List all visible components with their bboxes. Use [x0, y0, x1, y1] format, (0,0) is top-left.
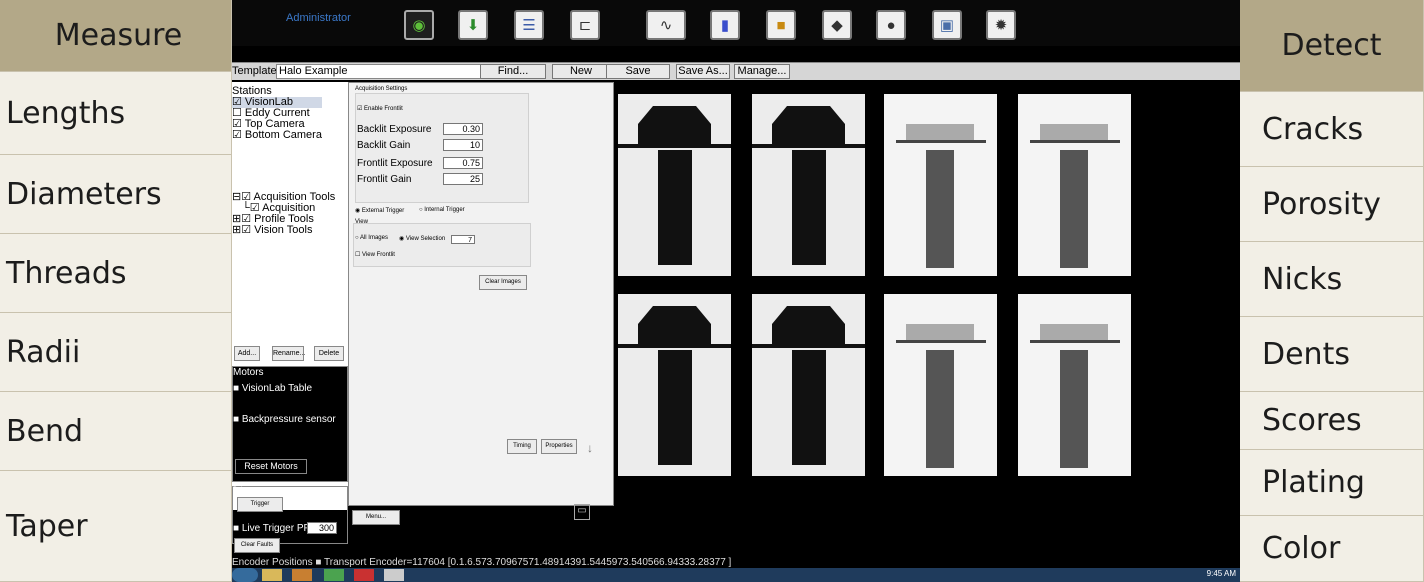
screw-image[interactable]: [752, 94, 865, 276]
all-images-radio[interactable]: ○ All Images: [355, 235, 388, 241]
screw-image[interactable]: [1018, 294, 1131, 476]
measure-panel: Measure Lengths Diameters Threads Radii …: [0, 0, 232, 582]
screw-image[interactable]: [884, 294, 997, 476]
detect-item-color: Color: [1240, 516, 1424, 582]
add-button[interactable]: Add...: [234, 346, 260, 361]
report-icon[interactable]: ☰: [514, 10, 544, 40]
monitor-icon[interactable]: ▭: [574, 504, 590, 520]
view-frontlit-checkbox[interactable]: ☐ View Frontlit: [355, 251, 395, 258]
view-selection-radio[interactable]: ◉ View Selection: [399, 235, 445, 242]
enable-frontlit-checkbox[interactable]: ☑ Enable Frontlit: [357, 105, 403, 112]
save-button[interactable]: Save: [606, 64, 670, 79]
backlit-gain-label: Backlit Gain: [357, 140, 411, 151]
tool-item[interactable]: ⊞☑ Vision Tools: [232, 225, 335, 236]
new-button[interactable]: New: [552, 64, 610, 79]
measure-item-radii: Radii: [0, 313, 232, 392]
measure-title: Measure: [0, 0, 232, 72]
graph-icon[interactable]: ⬇: [458, 10, 488, 40]
measure-item-bend: Bend: [0, 392, 232, 471]
caliper-icon[interactable]: ⊏: [570, 10, 600, 40]
rename-button[interactable]: Rename...: [272, 346, 305, 361]
screw-image[interactable]: [1018, 94, 1131, 276]
view-title: View: [355, 219, 368, 225]
media-icon[interactable]: [292, 569, 312, 581]
frontlit-exposure-input[interactable]: 0.75: [443, 157, 483, 169]
motors-title: Motors: [233, 367, 264, 378]
delete-button[interactable]: Delete: [314, 346, 344, 361]
timing-button[interactable]: Timing: [507, 439, 537, 454]
save-as-button[interactable]: Save As...: [676, 64, 730, 79]
inspection-app-window: Administrator ◉ ⬇ ☰ ⊏ ∿ ▮ ■ ◆ ● ▣ ✹ Temp…: [232, 0, 1240, 582]
clear-images-button[interactable]: Clear Images: [479, 275, 527, 290]
measure-item-taper: Taper: [0, 471, 232, 582]
measure-item-threads: Threads: [0, 234, 232, 313]
detect-item-plating: Plating: [1240, 450, 1424, 516]
waveform-icon[interactable]: ∿: [646, 10, 686, 40]
view-selection-input[interactable]: 7: [451, 235, 475, 244]
live-trigger-checkbox[interactable]: ■ Live Trigger PPM: [233, 523, 319, 534]
start-button[interactable]: [232, 568, 258, 582]
external-trigger-radio[interactable]: ◉ External Trigger: [355, 207, 404, 214]
trigger-button[interactable]: Trigger: [237, 497, 283, 512]
measure-item-lengths: Lengths: [0, 72, 232, 155]
screw-image[interactable]: [618, 94, 731, 276]
backlit-exposure-input[interactable]: 0.30: [443, 123, 483, 135]
users-icon[interactable]: ●: [876, 10, 906, 40]
screw-image[interactable]: [618, 294, 731, 476]
screw-image[interactable]: [752, 294, 865, 476]
taskbar: 9:45 AM: [232, 568, 1240, 582]
acquisition-settings-panel: Acquisition Settings ☑ Enable Frontlit B…: [348, 82, 614, 506]
camera-icon[interactable]: ◉: [404, 10, 434, 40]
detect-item-scores: Scores: [1240, 392, 1424, 450]
detect-item-porosity: Porosity: [1240, 167, 1424, 242]
detect-item-cracks: Cracks: [1240, 92, 1424, 167]
measure-item-diameters: Diameters: [0, 155, 232, 234]
image-grid: [618, 94, 1240, 494]
backlit-exposure-label: Backlit Exposure: [357, 124, 432, 135]
ppm-input[interactable]: 300: [307, 522, 337, 534]
book-icon[interactable]: ▣: [932, 10, 962, 40]
eraser-icon[interactable]: ◆: [822, 10, 852, 40]
manage-button[interactable]: Manage...: [734, 64, 790, 79]
frontlit-exposure-label: Frontlit Exposure: [357, 158, 433, 169]
menu-button[interactable]: Menu...: [352, 510, 400, 525]
browser-icon[interactable]: [324, 569, 344, 581]
app-icon[interactable]: [354, 569, 374, 581]
office-icon[interactable]: [384, 569, 404, 581]
motor-item[interactable]: ■ VisionLab Table: [233, 383, 347, 394]
bar-chart-icon[interactable]: ▮: [710, 10, 740, 40]
properties-button[interactable]: Properties: [541, 439, 577, 454]
settings-title: Acquisition Settings: [355, 86, 408, 92]
scroll-down-icon: ↓: [587, 441, 593, 455]
frontlit-gain-label: Frontlit Gain: [357, 174, 412, 185]
backlit-gain-input[interactable]: 10: [443, 139, 483, 151]
template-label: Template:: [232, 65, 280, 77]
lock-icon[interactable]: ■: [766, 10, 796, 40]
clear-faults-button[interactable]: Clear Faults: [234, 538, 280, 553]
screw-image[interactable]: [884, 94, 997, 276]
explorer-icon[interactable]: [262, 569, 282, 581]
detect-item-dents: Dents: [1240, 317, 1424, 392]
detect-panel: Detect Cracks Porosity Nicks Dents Score…: [1240, 0, 1424, 582]
template-value: Halo Example: [279, 65, 348, 77]
internal-trigger-radio[interactable]: ○ Internal Trigger: [419, 207, 465, 213]
station-item[interactable]: ☑ Bottom Camera: [232, 130, 322, 141]
template-select[interactable]: Halo Example ▼: [276, 64, 494, 79]
find-button[interactable]: Find...: [480, 64, 546, 79]
settings-icon[interactable]: ✹: [986, 10, 1016, 40]
debug-title: Debug: [233, 487, 251, 493]
motor-item[interactable]: ■ Backpressure sensor: [233, 414, 347, 425]
user-label: Administrator: [286, 12, 351, 24]
clock: 9:45 AM: [1206, 569, 1236, 578]
reset-motors-button[interactable]: Reset Motors: [235, 459, 307, 474]
template-bar: Template: Halo Example ▼ Find... New Sav…: [232, 62, 1240, 80]
main-toolbar: Administrator ◉ ⬇ ☰ ⊏ ∿ ▮ ■ ◆ ● ▣ ✹: [232, 0, 1240, 46]
detect-title: Detect: [1240, 0, 1424, 92]
detect-item-nicks: Nicks: [1240, 242, 1424, 317]
frontlit-gain-input[interactable]: 25: [443, 173, 483, 185]
